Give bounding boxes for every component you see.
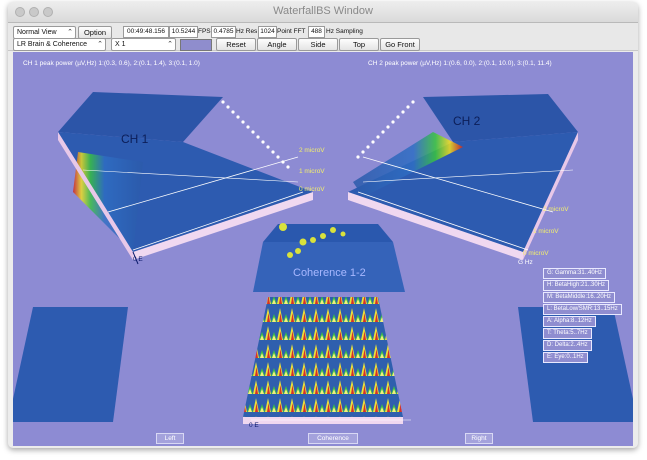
side-button[interactable]: Side [298, 38, 338, 51]
legend-alpha: A: Alpha:8..12Hz [543, 316, 596, 327]
color-swatch[interactable] [180, 39, 212, 51]
ch2-peak-header: CH 2 peak power (µV,Hz) 1:(0.6, 0.0), 2:… [368, 60, 552, 67]
ch1-scale-1: 1 microV [299, 168, 325, 175]
hz-res-label: Hz Res [236, 28, 258, 35]
legend-delta: D: Delta:2..4Hz [543, 340, 592, 351]
go-front-button[interactable]: Go Front [380, 38, 420, 51]
legend-beta-middle: M: BetaMiddle:16..20Hz [543, 292, 616, 303]
fps-field[interactable]: 10.5244 [169, 26, 198, 38]
reset-button[interactable]: Reset [216, 38, 256, 51]
legend-beta-low: L: BetaLow/SMR:13..15Hz [543, 304, 622, 315]
ch1-scale-0: 0 microV [299, 186, 325, 193]
sampling-field[interactable]: 488 [308, 26, 325, 38]
coherence-axis-label: 0 E [249, 422, 259, 429]
chevron-updown-icon: ⌃ [67, 29, 73, 36]
fft-points-field[interactable]: 1024 [258, 26, 277, 38]
ch1-peak-header: CH 1 peak power (µV,Hz) 1:(0.3, 0.6), 2:… [23, 60, 200, 67]
ch2-label: CH 2 [453, 114, 481, 128]
coherence-surface [253, 223, 405, 292]
right-panel-label: Right [465, 433, 493, 444]
ch1-scale-2: 2 microV [299, 147, 325, 154]
toolbar: Normal View ⌃ Option LR Brain & Coherenc… [8, 23, 638, 51]
chevron-updown-icon: ⌃ [97, 41, 103, 48]
hz-res-field[interactable]: 0.4785 [211, 26, 236, 38]
ch2-scale-2: 2 microV [543, 206, 569, 213]
coherence-label: Coherence 1-2 [293, 267, 366, 279]
left-panel-label: Left [156, 433, 184, 444]
ch1-label: CH 1 [121, 132, 149, 146]
view-mode-value: Normal View [17, 29, 57, 36]
time-field[interactable]: 00:49:48.156 [123, 26, 169, 38]
zoom-value: X 1 [115, 41, 126, 48]
montage-select[interactable]: LR Brain & Coherence ⌃ [13, 38, 106, 51]
ch2-scale-0: 0 microV [523, 250, 549, 257]
sampling-label: Hz Sampling [326, 28, 363, 35]
montage-value: LR Brain & Coherence [17, 41, 88, 48]
fft-label: Point FFT [277, 28, 306, 35]
legend-beta-high: H: BetaHigh:21..30Hz [543, 280, 610, 291]
title-bar[interactable]: WaterfallBS Window [8, 2, 638, 23]
legend-eye: E: Eye:0..1Hz [543, 352, 588, 363]
legend-theta: T: Theta:5..7Hz [543, 328, 592, 339]
waterfall-3d-view[interactable]: CH 1 peak power (µV,Hz) 1:(0.3, 0.6), 2:… [13, 52, 633, 446]
waterfall-scene [13, 92, 633, 424]
angle-button[interactable]: Angle [257, 38, 297, 51]
waterfall-window: WaterfallBS Window Normal View ⌃ Option … [8, 2, 638, 448]
window-title: WaterfallBS Window [273, 5, 373, 17]
zoom-select[interactable]: X 1 ⌃ [111, 38, 176, 51]
top-button[interactable]: Top [339, 38, 379, 51]
coherence-panel-label: Coherence [308, 433, 358, 444]
fps-label: FPS [198, 28, 211, 35]
ch1-axis-label: 0 E [133, 256, 143, 263]
chevron-updown-icon: ⌃ [167, 41, 173, 48]
ch2-scale-1: 1 microV [533, 228, 559, 235]
ch2-axis-label: G Hz [518, 259, 533, 266]
legend-gamma: G: Gamma:31..40Hz [543, 268, 607, 279]
left-panel [13, 307, 128, 422]
coherence-peaks [243, 297, 411, 424]
